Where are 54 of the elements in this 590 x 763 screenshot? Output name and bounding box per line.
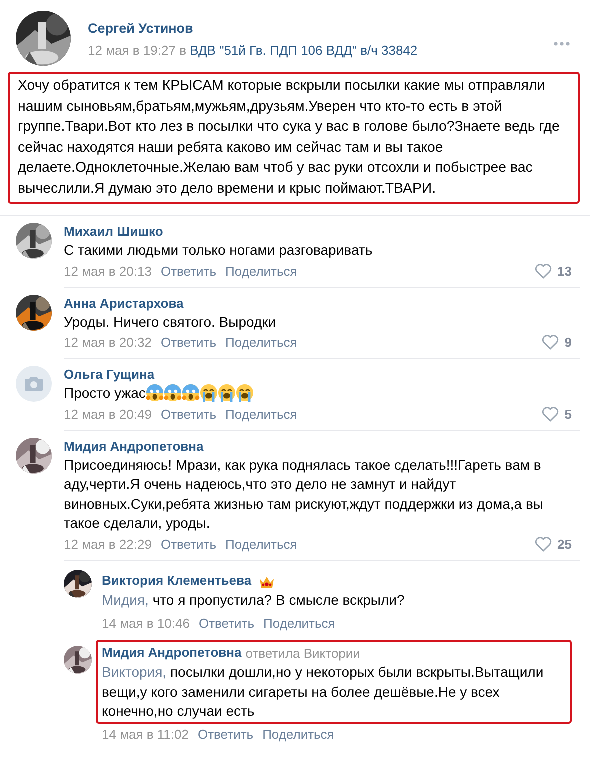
reply-link[interactable]: Ответить [160, 333, 217, 352]
share-link[interactable]: Поделиться [226, 404, 298, 424]
commenter-name[interactable]: Мидия Андропетовна [64, 438, 572, 456]
commenter-name[interactable]: Анна Аристархова [64, 294, 572, 312]
reply-link[interactable]: Ответить [198, 724, 254, 744]
scream-emoji-icon [146, 384, 164, 402]
comment-text: Мидия, что я пропустила? В смысле вскрыли? [102, 591, 406, 610]
comment-text: С такими людьми только ногами разговаривать [64, 241, 374, 260]
crying-emoji-icon [200, 384, 218, 402]
reply-link[interactable]: Ответить [160, 534, 217, 554]
heart-icon [542, 335, 559, 350]
heart-icon [534, 536, 552, 552]
comment-date: 12 мая в 20:49 [64, 406, 152, 424]
comment-text: Уроды. Ничего святого. Выродки [64, 312, 278, 332]
crying-emoji-icon [218, 384, 236, 402]
share-link[interactable]: Поделиться [226, 262, 298, 280]
reply-to-text: ответила Виктории [246, 644, 360, 663]
reply-link[interactable]: Ответить [198, 614, 255, 632]
author-name[interactable]: Сергей Устинов [88, 20, 418, 38]
comment-date: 12 мая в 20:32 [64, 334, 152, 352]
mention-link[interactable]: Виктория, [102, 664, 167, 680]
like-button[interactable]: 25 [534, 534, 572, 554]
commenter-name[interactable]: Михаил Шишко [64, 223, 572, 241]
commenter-name[interactable]: Ольга Гущина [64, 366, 572, 384]
comment-date: 12 мая в 20:13 [64, 262, 152, 280]
comment-text: Виктория, посылки дошли,но у некоторых были вскрыты.Вытащили вещи,у кого заменили сигареты на более дешёвые.Не у всех конечно,но случаи есть [102, 663, 545, 721]
preposition-text: в [180, 43, 186, 58]
comment-date: 12 мая в 22:29 [64, 536, 152, 554]
scream-emoji-icon [164, 384, 182, 402]
heart-icon [542, 406, 559, 422]
camera-icon [25, 377, 43, 391]
share-link[interactable]: Поделиться [226, 534, 298, 554]
comment-date: 14 мая в 10:46 [102, 614, 190, 632]
post-date: 12 мая в 19:27 [88, 43, 176, 58]
share-link[interactable]: Поделиться [226, 333, 298, 352]
like-button[interactable]: 5 [542, 404, 572, 424]
reply-link[interactable]: Ответить [160, 262, 217, 280]
comment-text: Присоединяюсь! Мрази, как рука поднялась такое сделать!!!Гареть вам в аду,черти.Я очень надеюсь,что это дело не замнут и найдут виновных.Суки,ребята жизнью там рискуют,ждут поддержки из дома,а вы такое сделали, уроды. [64, 456, 544, 533]
group-link[interactable]: ВДВ "51й Гв. ПДП 106 ВДД" в/ч 33842 [190, 43, 418, 58]
share-link[interactable]: Поделиться [262, 724, 334, 744]
mention-link[interactable]: Мидия, [102, 592, 149, 608]
like-button[interactable]: 13 [534, 262, 572, 280]
crying-emoji-icon [236, 384, 254, 402]
heart-icon [534, 264, 552, 278]
like-button[interactable]: 9 [542, 333, 572, 352]
scream-emoji-icon [182, 384, 200, 402]
reply-link[interactable]: Ответить [160, 404, 217, 424]
more-icon[interactable] [554, 42, 570, 46]
commenter-name[interactable]: Виктория Клементьева [102, 572, 252, 590]
post-text: Хочу обратится к тем КРЫСАМ которые вскрыли посылки какие мы отправляли нашим сыновьям,братьям,мужьям,друзьям.Уверен что кто-то есть в этой группе.Твари.Вот кто лез в посылки что сука у вас в голове было?Знаете ведь где сейчас находятся наши ребята каково им сейчас там и вы такое делаете.Одноклеточные.Желаю вам чтоб у вас руки отсохли и побыстрее вас вычеслили.Я думаю это дело времени и крыс поймают.ТВАРИ. [17, 77, 561, 198]
comment-date: 14 мая в 11:02 [102, 726, 189, 744]
commenter-name[interactable]: Мидия Андропетовна [102, 644, 242, 662]
share-link[interactable]: Поделиться [264, 614, 336, 632]
comment-text: Просто ужас [64, 384, 572, 404]
